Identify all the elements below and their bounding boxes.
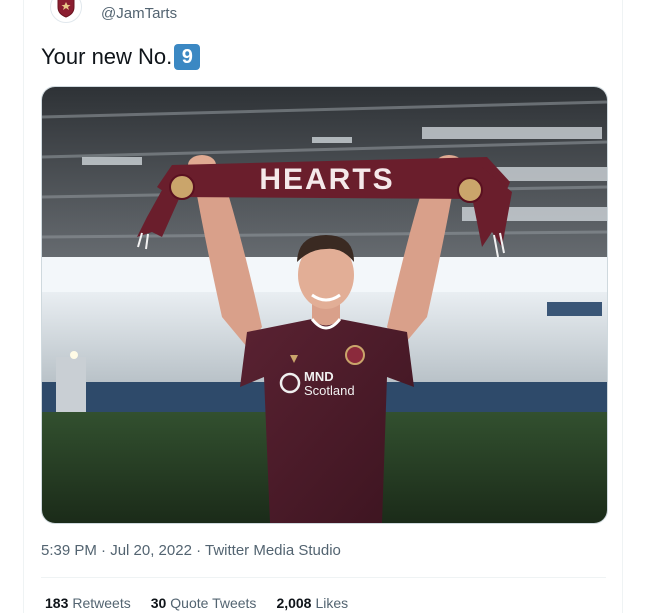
avatar[interactable] (50, 0, 82, 23)
shirt-sponsor-line2: Scotland (304, 383, 355, 398)
quote-tweets-label: Quote Tweets (170, 595, 257, 611)
quote-tweets-count: 30 (150, 595, 167, 611)
timeline-border-left (23, 0, 24, 613)
retweets-count: 183 (45, 595, 69, 611)
tweet-stats: 183 Retweets 30 Quote Tweets 2,008 Likes (45, 595, 348, 611)
tweet-text: Your new No. 9 (41, 44, 201, 70)
photo-graphic: HEARTS MND Scotland (42, 87, 607, 523)
keycap-digit-icon: 9 (174, 44, 201, 70)
meta-separator: · (191, 542, 205, 559)
tweet-source[interactable]: Twitter Media Studio (205, 542, 341, 559)
tweet-photo[interactable]: HEARTS MND Scotland (41, 86, 608, 524)
retweets-label: Retweets (72, 595, 131, 611)
retweets-stat[interactable]: 183 Retweets (45, 595, 131, 611)
scarf-text: HEARTS (259, 163, 394, 196)
user-handle[interactable]: @JamTarts (101, 5, 177, 22)
likes-label: Likes (315, 595, 349, 611)
hearts-crest-icon (57, 0, 75, 18)
divider (41, 577, 606, 578)
tweet-meta: 5:39 PM · Jul 20, 2022 · Twitter Media S… (41, 542, 341, 559)
shirt-sponsor-line1: MND (304, 369, 334, 384)
timeline-border-right (622, 0, 623, 613)
tweet-text-body: Your new No. (41, 44, 173, 69)
likes-stat[interactable]: 2,008 Likes (276, 595, 348, 611)
tweet-timestamp[interactable]: 5:39 PM · Jul 20, 2022 (41, 542, 192, 559)
likes-count: 2,008 (276, 595, 312, 611)
quote-tweets-stat[interactable]: 30 Quote Tweets (151, 595, 257, 611)
